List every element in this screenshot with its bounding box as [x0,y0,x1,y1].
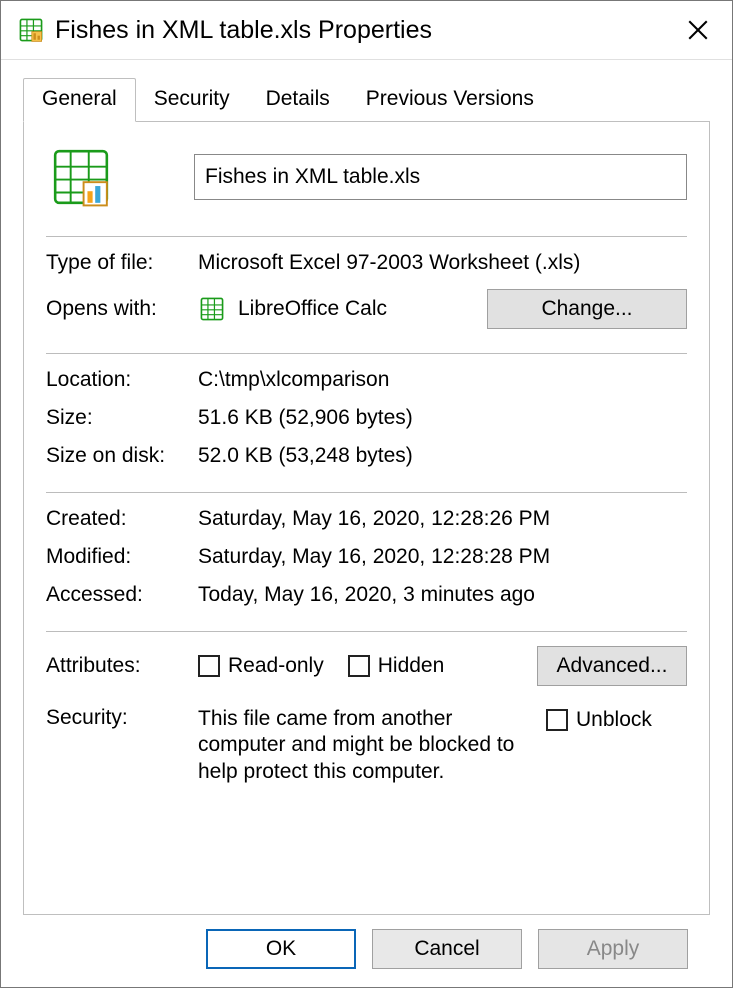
checkbox-box-icon [546,709,568,731]
created-row: Created: Saturday, May 16, 2020, 12:28:2… [46,507,687,531]
size-row: Size: 51.6 KB (52,906 bytes) [46,406,687,430]
filename-input[interactable]: Fishes in XML table.xls [194,154,687,200]
cancel-button[interactable]: Cancel [372,929,522,969]
filename-text: Fishes in XML table.xls [205,165,420,189]
titlebar: Fishes in XML table.xls Properties [1,1,732,60]
tab-previous-versions[interactable]: Previous Versions [348,79,552,121]
modified-label: Modified: [46,545,198,569]
security-text: This file came from another computer and… [198,706,518,785]
change-button[interactable]: Change... [487,289,687,329]
modified-row: Modified: Saturday, May 16, 2020, 12:28:… [46,545,687,569]
accessed-value: Today, May 16, 2020, 3 minutes ago [198,583,687,607]
size-value: 51.6 KB (52,906 bytes) [198,406,687,430]
unblock-checkbox[interactable]: Unblock [546,708,652,732]
separator [46,353,687,354]
location-label: Location: [46,368,198,392]
filetype-row: Type of file: Microsoft Excel 97-2003 Wo… [46,251,687,275]
separator [46,492,687,493]
security-label: Security: [46,706,198,730]
close-button[interactable] [676,8,720,52]
hidden-checkbox[interactable]: Hidden [348,654,445,678]
apply-button[interactable]: Apply [538,929,688,969]
separator [46,236,687,237]
size-on-disk-label: Size on disk: [46,444,198,468]
security-row: Security: This file came from another co… [46,706,687,785]
dialog-buttons: OK Cancel Apply [23,915,710,987]
window-title: Fishes in XML table.xls Properties [55,16,676,45]
attributes-row: Attributes: Read-only Hidden Advanced... [46,646,687,686]
file-icon-large [46,142,116,212]
tab-details[interactable]: Details [248,79,348,121]
file-type-icon [17,16,45,44]
size-on-disk-value: 52.0 KB (53,248 bytes) [198,444,687,468]
tab-general[interactable]: General [23,78,136,122]
location-row: Location: C:\tmp\xlcomparison [46,368,687,392]
readonly-label: Read-only [228,654,324,678]
unblock-label: Unblock [576,708,652,732]
size-on-disk-row: Size on disk: 52.0 KB (53,248 bytes) [46,444,687,468]
opens-with-row: Opens with: LibreOffice Calc [46,289,687,329]
checkbox-box-icon [198,655,220,677]
client-area: General Security Details Previous Versio… [1,60,732,987]
filetype-value: Microsoft Excel 97-2003 Worksheet (.xls) [198,251,687,275]
properties-dialog: Fishes in XML table.xls Properties Gener… [0,0,733,988]
filetype-label: Type of file: [46,251,198,275]
separator [46,631,687,632]
checkbox-box-icon [348,655,370,677]
accessed-label: Accessed: [46,583,198,607]
opens-with-label: Opens with: [46,297,198,321]
attributes-label: Attributes: [46,654,198,678]
tab-security[interactable]: Security [136,79,248,121]
hidden-label: Hidden [378,654,445,678]
size-label: Size: [46,406,198,430]
location-value: C:\tmp\xlcomparison [198,368,687,392]
ok-button[interactable]: OK [206,929,356,969]
opens-with-value: LibreOffice Calc [238,297,387,321]
readonly-checkbox[interactable]: Read-only [198,654,324,678]
created-label: Created: [46,507,198,531]
close-icon [688,20,708,40]
filename-row: Fishes in XML table.xls [46,142,687,212]
modified-value: Saturday, May 16, 2020, 12:28:28 PM [198,545,687,569]
tabstrip: General Security Details Previous Versio… [23,78,710,122]
opens-with-app-icon [198,295,226,323]
advanced-button[interactable]: Advanced... [537,646,687,686]
tab-panel-general: Fishes in XML table.xls Type of file: Mi… [23,122,710,915]
created-value: Saturday, May 16, 2020, 12:28:26 PM [198,507,687,531]
accessed-row: Accessed: Today, May 16, 2020, 3 minutes… [46,583,687,607]
